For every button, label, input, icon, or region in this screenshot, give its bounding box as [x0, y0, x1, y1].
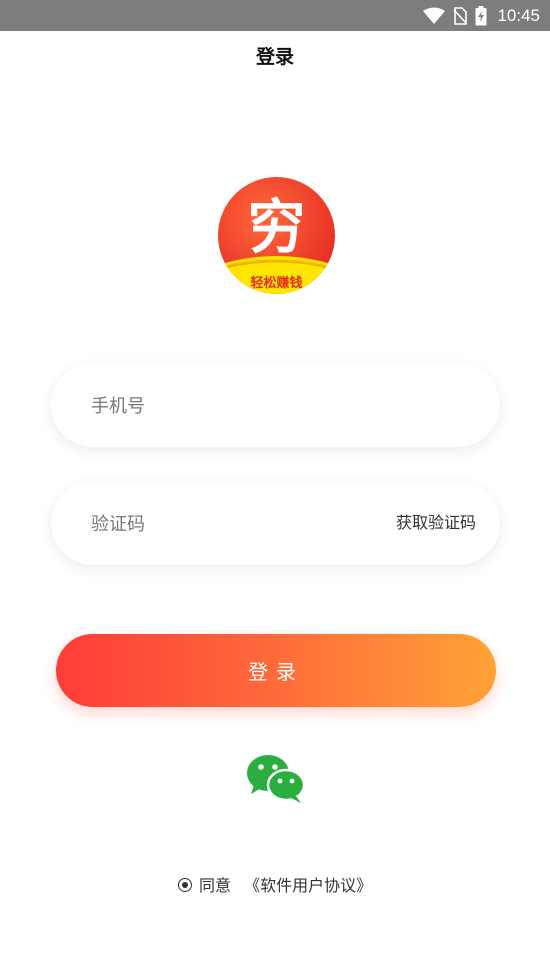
app-logo: 穷 轻松赚钱 [218, 177, 335, 294]
agreement-row: 同意 《软件用户协议》 [0, 872, 550, 896]
get-code-button[interactable]: 获取验证码 [396, 481, 476, 565]
status-bar: 10:45 [0, 0, 550, 31]
code-field: 获取验证码 [51, 481, 500, 567]
page-title: 登录 [255, 46, 294, 68]
wechat-icon[interactable] [246, 752, 306, 804]
verification-code-input[interactable] [89, 481, 373, 567]
sim-no-signal-icon [453, 6, 468, 25]
login-button[interactable]: 登录 [56, 634, 496, 707]
phone-field [51, 363, 500, 449]
status-time: 10:45 [497, 5, 540, 25]
phone-input[interactable] [89, 363, 373, 449]
status-icons: 10:45 [423, 0, 540, 31]
battery-charging-icon [475, 5, 487, 25]
wifi-icon [423, 7, 446, 24]
agree-label: 同意 [198, 876, 231, 895]
logo-main-character: 穷 [247, 193, 305, 261]
logo-slogan: 轻松赚钱 [250, 275, 302, 291]
user-agreement-link[interactable]: 《软件用户协议》 [244, 876, 372, 895]
agree-radio[interactable] [177, 878, 192, 892]
